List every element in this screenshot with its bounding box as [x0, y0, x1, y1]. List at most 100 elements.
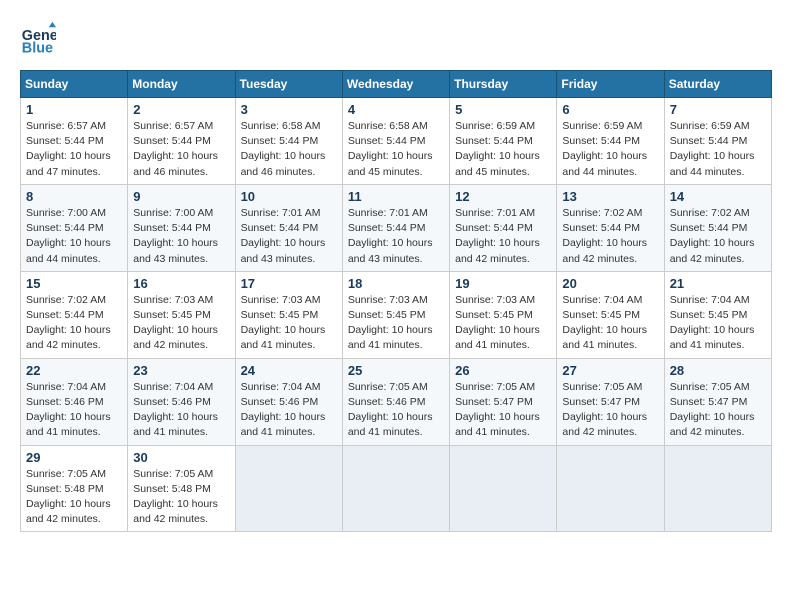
table-row: 12 Sunrise: 7:01 AMSunset: 5:44 PMDayligh…	[450, 184, 557, 271]
day-info: Sunrise: 7:02 AMSunset: 5:44 PMDaylight:…	[670, 206, 766, 267]
day-number: 22	[26, 363, 122, 378]
day-info: Sunrise: 7:00 AMSunset: 5:44 PMDaylight:…	[26, 206, 122, 267]
day-info: Sunrise: 7:03 AMSunset: 5:45 PMDaylight:…	[133, 293, 229, 354]
table-row: 8 Sunrise: 7:00 AMSunset: 5:44 PMDaylight…	[21, 184, 128, 271]
table-row	[342, 445, 449, 532]
day-number: 5	[455, 102, 551, 117]
calendar-week-row: 22 Sunrise: 7:04 AMSunset: 5:46 PMDayligh…	[21, 358, 772, 445]
day-number: 18	[348, 276, 444, 291]
day-info: Sunrise: 7:05 AMSunset: 5:47 PMDaylight:…	[670, 380, 766, 441]
day-number: 6	[562, 102, 658, 117]
day-number: 16	[133, 276, 229, 291]
day-info: Sunrise: 7:05 AMSunset: 5:46 PMDaylight:…	[348, 380, 444, 441]
day-number: 29	[26, 450, 122, 465]
table-row	[235, 445, 342, 532]
calendar-week-row: 29 Sunrise: 7:05 AMSunset: 5:48 PMDayligh…	[21, 445, 772, 532]
table-row: 14Sunrise: 7:02 AMSunset: 5:44 PMDayligh…	[664, 184, 771, 271]
table-row: 30 Sunrise: 7:05 AMSunset: 5:48 PMDayligh…	[128, 445, 235, 532]
calendar-body: 1 Sunrise: 6:57 AMSunset: 5:44 PMDaylight…	[21, 98, 772, 532]
table-row: 29 Sunrise: 7:05 AMSunset: 5:48 PMDayligh…	[21, 445, 128, 532]
table-row: 16 Sunrise: 7:03 AMSunset: 5:45 PMDayligh…	[128, 271, 235, 358]
day-info: Sunrise: 7:04 AMSunset: 5:45 PMDaylight:…	[562, 293, 658, 354]
day-number: 10	[241, 189, 337, 204]
table-row: 18 Sunrise: 7:03 AMSunset: 5:45 PMDayligh…	[342, 271, 449, 358]
day-info: Sunrise: 7:05 AMSunset: 5:48 PMDaylight:…	[133, 467, 229, 528]
table-row: 19 Sunrise: 7:03 AMSunset: 5:45 PMDayligh…	[450, 271, 557, 358]
table-row: 22Sunrise: 7:04 AMSunset: 5:46 PMDayligh…	[21, 358, 128, 445]
table-row: 17 Sunrise: 7:03 AMSunset: 5:45 PMDayligh…	[235, 271, 342, 358]
day-info: Sunrise: 6:58 AMSunset: 5:44 PMDaylight:…	[241, 119, 337, 180]
table-row: 3 Sunrise: 6:58 AMSunset: 5:44 PMDaylight…	[235, 98, 342, 185]
day-number: 9	[133, 189, 229, 204]
table-row: 11 Sunrise: 7:01 AMSunset: 5:44 PMDayligh…	[342, 184, 449, 271]
table-row: 21 Sunrise: 7:04 AMSunset: 5:45 PMDayligh…	[664, 271, 771, 358]
day-info: Sunrise: 7:05 AMSunset: 5:47 PMDaylight:…	[562, 380, 658, 441]
day-info: Sunrise: 7:02 AMSunset: 5:44 PMDaylight:…	[26, 293, 122, 354]
day-number: 15	[26, 276, 122, 291]
logo: General Blue	[20, 20, 60, 56]
calendar-week-row: 8 Sunrise: 7:00 AMSunset: 5:44 PMDaylight…	[21, 184, 772, 271]
table-row: 25 Sunrise: 7:05 AMSunset: 5:46 PMDayligh…	[342, 358, 449, 445]
day-number: 7	[670, 102, 766, 117]
day-info: Sunrise: 7:05 AMSunset: 5:47 PMDaylight:…	[455, 380, 551, 441]
col-monday: Monday	[128, 71, 235, 98]
table-row: 6 Sunrise: 6:59 AMSunset: 5:44 PMDaylight…	[557, 98, 664, 185]
table-row: 5 Sunrise: 6:59 AMSunset: 5:44 PMDaylight…	[450, 98, 557, 185]
day-info: Sunrise: 6:59 AMSunset: 5:44 PMDaylight:…	[670, 119, 766, 180]
day-number: 21	[670, 276, 766, 291]
table-row: 27Sunrise: 7:05 AMSunset: 5:47 PMDayligh…	[557, 358, 664, 445]
svg-text:Blue: Blue	[22, 40, 53, 56]
day-number: 13	[562, 189, 658, 204]
day-number: 12	[455, 189, 551, 204]
day-info: Sunrise: 7:01 AMSunset: 5:44 PMDaylight:…	[241, 206, 337, 267]
day-info: Sunrise: 7:04 AMSunset: 5:46 PMDaylight:…	[241, 380, 337, 441]
col-saturday: Saturday	[664, 71, 771, 98]
table-row: 20 Sunrise: 7:04 AMSunset: 5:45 PMDayligh…	[557, 271, 664, 358]
day-info: Sunrise: 7:00 AMSunset: 5:44 PMDaylight:…	[133, 206, 229, 267]
day-info: Sunrise: 7:02 AMSunset: 5:44 PMDaylight:…	[562, 206, 658, 267]
day-number: 3	[241, 102, 337, 117]
day-number: 19	[455, 276, 551, 291]
day-number: 26	[455, 363, 551, 378]
day-info: Sunrise: 7:04 AMSunset: 5:46 PMDaylight:…	[133, 380, 229, 441]
day-number: 1	[26, 102, 122, 117]
day-number: 24	[241, 363, 337, 378]
day-info: Sunrise: 7:03 AMSunset: 5:45 PMDaylight:…	[348, 293, 444, 354]
table-row: 7 Sunrise: 6:59 AMSunset: 5:44 PMDaylight…	[664, 98, 771, 185]
day-info: Sunrise: 7:05 AMSunset: 5:48 PMDaylight:…	[26, 467, 122, 528]
day-info: Sunrise: 7:01 AMSunset: 5:44 PMDaylight:…	[348, 206, 444, 267]
day-number: 28	[670, 363, 766, 378]
table-row	[450, 445, 557, 532]
day-number: 4	[348, 102, 444, 117]
day-info: Sunrise: 6:59 AMSunset: 5:44 PMDaylight:…	[562, 119, 658, 180]
day-info: Sunrise: 6:57 AMSunset: 5:44 PMDaylight:…	[133, 119, 229, 180]
col-wednesday: Wednesday	[342, 71, 449, 98]
day-number: 30	[133, 450, 229, 465]
day-number: 25	[348, 363, 444, 378]
table-row: 1 Sunrise: 6:57 AMSunset: 5:44 PMDaylight…	[21, 98, 128, 185]
calendar-week-row: 15 Sunrise: 7:02 AMSunset: 5:44 PMDayligh…	[21, 271, 772, 358]
logo-icon: General Blue	[20, 20, 56, 56]
col-friday: Friday	[557, 71, 664, 98]
day-info: Sunrise: 7:04 AMSunset: 5:45 PMDaylight:…	[670, 293, 766, 354]
table-row: 24 Sunrise: 7:04 AMSunset: 5:46 PMDayligh…	[235, 358, 342, 445]
day-number: 8	[26, 189, 122, 204]
day-info: Sunrise: 7:01 AMSunset: 5:44 PMDaylight:…	[455, 206, 551, 267]
table-row: 15 Sunrise: 7:02 AMSunset: 5:44 PMDayligh…	[21, 271, 128, 358]
table-row: 2Sunrise: 6:57 AMSunset: 5:44 PMDaylight…	[128, 98, 235, 185]
day-info: Sunrise: 7:03 AMSunset: 5:45 PMDaylight:…	[455, 293, 551, 354]
day-number: 11	[348, 189, 444, 204]
table-row: 28 Sunrise: 7:05 AMSunset: 5:47 PMDayligh…	[664, 358, 771, 445]
table-row: 4Sunrise: 6:58 AMSunset: 5:44 PMDaylight…	[342, 98, 449, 185]
day-number: 17	[241, 276, 337, 291]
header-row: Sunday Monday Tuesday Wednesday Thursday…	[21, 71, 772, 98]
table-row: 23Sunrise: 7:04 AMSunset: 5:46 PMDayligh…	[128, 358, 235, 445]
day-info: Sunrise: 6:57 AMSunset: 5:44 PMDaylight:…	[26, 119, 122, 180]
table-row: 13 Sunrise: 7:02 AMSunset: 5:44 PMDayligh…	[557, 184, 664, 271]
calendar-table: Sunday Monday Tuesday Wednesday Thursday…	[20, 70, 772, 532]
day-info: Sunrise: 7:03 AMSunset: 5:45 PMDaylight:…	[241, 293, 337, 354]
day-number: 20	[562, 276, 658, 291]
table-row: 9 Sunrise: 7:00 AMSunset: 5:44 PMDaylight…	[128, 184, 235, 271]
day-info: Sunrise: 6:59 AMSunset: 5:44 PMDaylight:…	[455, 119, 551, 180]
calendar-week-row: 1 Sunrise: 6:57 AMSunset: 5:44 PMDaylight…	[21, 98, 772, 185]
